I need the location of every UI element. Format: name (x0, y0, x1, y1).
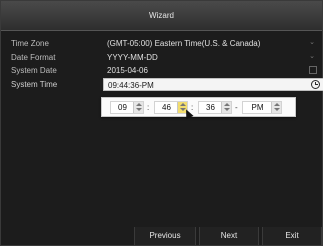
increment-icon[interactable] (274, 103, 280, 106)
previous-button[interactable]: Previous (134, 227, 196, 245)
ampm-spinner[interactable]: PM (242, 101, 282, 114)
exit-button[interactable]: Exit (262, 227, 322, 245)
clock-icon[interactable] (311, 79, 320, 89)
ampm-spin-buttons[interactable] (271, 102, 281, 113)
system-date-field[interactable]: 2015-04-06 (103, 64, 323, 77)
system-date-label: System Date (11, 66, 57, 75)
time-separator: : (147, 103, 150, 112)
hour-spin-buttons[interactable] (133, 102, 143, 113)
increment-icon[interactable] (136, 103, 142, 106)
date-format-row: Date Format YYYY-MM-DD ⌄ (7, 51, 321, 64)
increment-icon[interactable] (224, 103, 230, 106)
system-time-value: 09:44:36-PM (108, 80, 154, 90)
calendar-icon[interactable] (309, 66, 317, 74)
system-time-row: System Time 09:44:36-PM (7, 77, 323, 91)
wizard-footer: Previous Next Exit (1, 227, 322, 245)
wizard-window: Wizard Time Zone (GMT-05:00) Eastern Tim… (0, 0, 323, 246)
time-picker-popup: 09 : 46 : 36 - PM (101, 97, 296, 117)
second-spinner[interactable]: 36 (198, 101, 232, 114)
minute-value[interactable]: 46 (155, 102, 178, 113)
time-zone-row: Time Zone (GMT-05:00) Eastern Time(U.S. … (7, 37, 321, 50)
system-time-field[interactable]: 09:44:36-PM (103, 77, 323, 91)
date-format-label: Date Format (11, 52, 56, 62)
chevron-down-icon[interactable]: ⌄ (308, 53, 316, 61)
decrement-icon[interactable] (136, 108, 142, 111)
chevron-down-icon[interactable]: ⌄ (308, 39, 316, 47)
decrement-icon[interactable] (274, 108, 280, 111)
second-value[interactable]: 36 (199, 102, 222, 113)
ampm-value[interactable]: PM (243, 102, 272, 113)
settings-form: Time Zone (GMT-05:00) Eastern Time(U.S. … (7, 37, 323, 91)
next-button[interactable]: Next (199, 227, 259, 245)
hour-value[interactable]: 09 (111, 102, 134, 113)
decrement-icon[interactable] (224, 108, 230, 111)
date-format-select[interactable]: YYYY-MM-DD (103, 51, 323, 64)
increment-icon[interactable] (180, 103, 186, 106)
time-zone-select[interactable]: (GMT-05:00) Eastern Time(U.S. & Canada) (103, 37, 323, 50)
system-time-label: System Time (11, 79, 58, 89)
time-zone-label: Time Zone (11, 39, 49, 48)
window-title: Wizard (1, 1, 322, 31)
ampm-separator: - (235, 103, 238, 112)
hour-spinner[interactable]: 09 (110, 101, 144, 114)
second-spin-buttons[interactable] (221, 102, 231, 113)
system-date-row: System Date 2015-04-06 (7, 64, 321, 77)
